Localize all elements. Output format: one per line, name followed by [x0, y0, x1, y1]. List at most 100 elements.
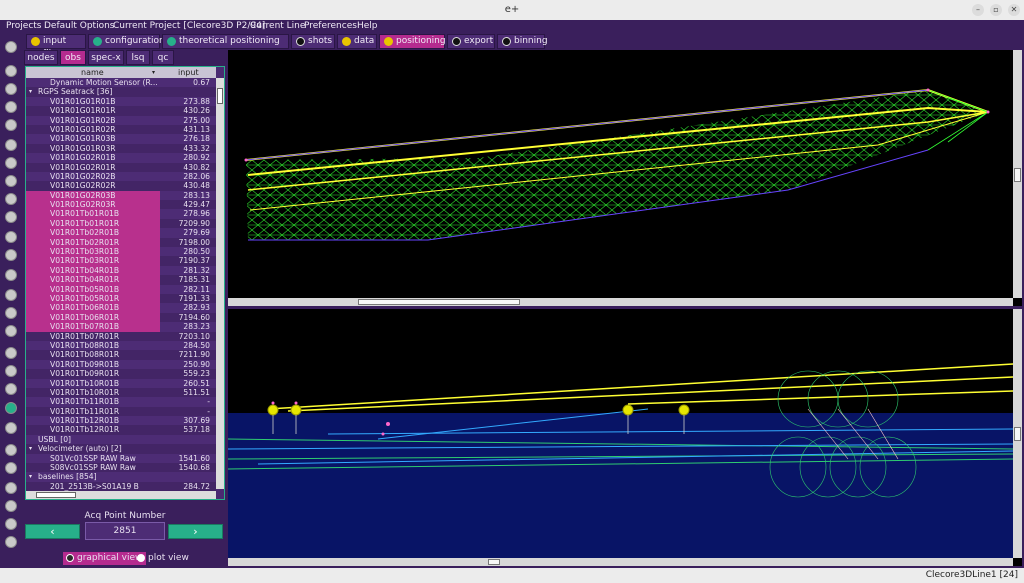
tree-row[interactable]: V01R01G02R02B 282.06	[26, 171, 216, 182]
menu-help[interactable]: Help	[357, 21, 378, 31]
expand-arrow-icon[interactable]: ▾	[29, 472, 32, 481]
tree-row[interactable]: V01R01Tb01R01R 7209.90	[26, 218, 216, 229]
tool-icon[interactable]	[5, 211, 17, 223]
tree-vertical-scrollbar[interactable]	[216, 78, 224, 489]
tree-row[interactable]: V01R01G01R01B 273.88	[26, 96, 216, 107]
tree-row[interactable]: V01R01G01R03B 276.18	[26, 134, 216, 144]
menu-default-options[interactable]: Default Options	[44, 21, 114, 31]
column-input-header[interactable]: input	[178, 68, 199, 77]
tree-row[interactable]: V01R01Tb06R01B 282.93	[26, 303, 216, 313]
tool-icon[interactable]	[5, 289, 17, 301]
tab-nodes[interactable]: nodes	[24, 50, 58, 65]
tab-lsq[interactable]: lsq	[126, 50, 150, 65]
scroll-thumb[interactable]	[358, 299, 520, 305]
menu-current-line[interactable]: Current Line	[250, 21, 305, 31]
home-icon[interactable]	[5, 41, 17, 53]
tree-row[interactable]: V01R01Tb09R01B 250.90	[26, 359, 216, 370]
scroll-thumb[interactable]	[217, 88, 223, 104]
tool-icon[interactable]	[5, 269, 17, 281]
tree-row[interactable]: V01R01Tb04R01B 281.32	[26, 265, 216, 276]
tree-row[interactable]: V01R01G02R03R 429.47	[26, 200, 216, 210]
observations-tree[interactable]: name ▾ input Dynamic Motion Sensor (R...…	[25, 66, 225, 500]
tree-row[interactable]: V01R01G01R03R 433.32	[26, 143, 216, 154]
tool-icon[interactable]	[5, 325, 17, 337]
tree-row[interactable]: V01R01G02R03B 283.13	[26, 190, 216, 201]
tree-row[interactable]: S08Vc01SSP RAW Raw 1540.68	[26, 463, 216, 473]
tree-row[interactable]: V01R01Tb10R01B 260.51	[26, 378, 216, 388]
tree-row[interactable]: V01R01Tb03R01R 7190.37	[26, 256, 216, 266]
tool-icon[interactable]	[5, 139, 17, 151]
tab-qc[interactable]: qc	[152, 50, 174, 65]
menu-current-project[interactable]: Current Project [Clecore3D P2/94]	[113, 21, 265, 31]
tree-row[interactable]: V01R01G01R01R 430.26	[26, 106, 216, 116]
tree-group[interactable]: ▾ RGPS Seatrack [36]	[26, 87, 216, 97]
tool-icon[interactable]	[5, 365, 17, 377]
tab-configuration[interactable]: configuration	[88, 34, 165, 49]
tree-row[interactable]: S01Vc01SSP RAW Raw 1541.60	[26, 453, 216, 464]
tree-row[interactable]: V01R01Tb04R01R 7185.31	[26, 275, 216, 285]
tree-row[interactable]: V01R01Tb01R01B 278.96	[26, 209, 216, 219]
menu-projects[interactable]: Projects	[6, 21, 41, 31]
tab-theoretical-positioning[interactable]: theoretical positioning	[162, 34, 289, 49]
tab-positioning[interactable]: positioning	[379, 34, 446, 49]
tool-icon[interactable]	[5, 65, 17, 77]
tool-icon[interactable]	[5, 518, 17, 530]
tool-icon[interactable]	[5, 249, 17, 261]
tab-export[interactable]: export	[447, 34, 495, 49]
tree-row[interactable]: V01R01Tb11R01B -	[26, 397, 216, 407]
tool-icon[interactable]	[5, 193, 17, 205]
acq-point-field[interactable]: 2851	[85, 522, 165, 540]
tree-horizontal-scrollbar[interactable]	[26, 491, 216, 499]
tree-group[interactable]: USBL [0]	[26, 434, 216, 445]
tool-icon[interactable]	[5, 119, 17, 131]
tree-row[interactable]: V01R01Tb12R01R 537.18	[26, 425, 216, 435]
tool-icon[interactable]	[5, 231, 17, 243]
next-point-button[interactable]: ›	[168, 524, 223, 539]
tree-row[interactable]: V01R01G02R01R 430.82	[26, 162, 216, 172]
tool-icon[interactable]	[5, 347, 17, 359]
tree-row[interactable]: V01R01Tb02R01R 7198.00	[26, 237, 216, 248]
tree-row[interactable]: V01R01Tb06R01R 7194.60	[26, 312, 216, 323]
tree-row[interactable]: V01R01Tb09R01R 559.23	[26, 369, 216, 379]
tool-icon[interactable]	[5, 157, 17, 169]
bottom-view-horizontal-scrollbar[interactable]	[228, 558, 1013, 566]
tree-row[interactable]: V01R01G01R02B 275.00	[26, 115, 216, 125]
scroll-thumb[interactable]	[488, 559, 500, 565]
plot-view-button[interactable]: plot view	[134, 552, 193, 565]
expand-arrow-icon[interactable]: ▾	[29, 87, 32, 96]
tab-data[interactable]: data	[337, 34, 377, 49]
column-name-header[interactable]: name	[81, 68, 104, 77]
bottom-3d-view[interactable]	[228, 309, 1022, 566]
tool-icon[interactable]	[5, 101, 17, 113]
tree-row[interactable]: V01R01Tb10R01R 511.51	[26, 387, 216, 398]
scroll-thumb[interactable]	[36, 492, 76, 498]
tool-icon[interactable]	[5, 444, 17, 456]
top-3d-view[interactable]	[228, 50, 1022, 306]
tree-row[interactable]: V01R01Tb03R01B 280.50	[26, 247, 216, 257]
tree-row[interactable]: V01R01Tb05R01B 282.11	[26, 284, 216, 294]
tab-binning[interactable]: binning	[497, 34, 548, 49]
tree-row[interactable]: V01R01Tb11R01R -	[26, 406, 216, 417]
tree-row[interactable]: 201_2513B->S01A19 B 284.72	[26, 481, 216, 492]
tool-icon[interactable]	[5, 482, 17, 494]
tab-input-files[interactable]: input files	[26, 34, 86, 59]
tree-row[interactable]: V01R01Tb05R01R 7191.33	[26, 293, 216, 304]
tab-obs[interactable]: obs	[60, 50, 86, 65]
tab-spec-x[interactable]: spec-x	[88, 50, 124, 65]
tree-row[interactable]: V01R01G02R01B 280.92	[26, 153, 216, 163]
bottom-view-vertical-scrollbar[interactable]	[1013, 309, 1022, 558]
tree-row[interactable]: V01R01Tb07R01R 7203.10	[26, 331, 216, 341]
tree-group[interactable]: ▾ baselines [854]	[26, 472, 216, 482]
maximize-button[interactable]: ▫	[990, 4, 1002, 16]
tree-row[interactable]: V01R01Tb12R01B 307.69	[26, 416, 216, 426]
tree-row[interactable]: V01R01Tb08R01R 7211.90	[26, 350, 216, 360]
tool-icon[interactable]	[5, 383, 17, 395]
tree-row[interactable]: V01R01Tb02R01B 279.69	[26, 228, 216, 238]
minimize-button[interactable]: –	[972, 4, 984, 16]
tree-row[interactable]: Dynamic Motion Sensor (R... 0.67	[26, 78, 216, 88]
tool-icon[interactable]	[5, 83, 17, 95]
tree-group[interactable]: ▾ Velocimeter (auto) [2]	[26, 444, 216, 454]
top-view-horizontal-scrollbar[interactable]	[228, 298, 1013, 306]
active-tool-icon[interactable]	[5, 402, 17, 414]
tool-icon[interactable]	[5, 307, 17, 319]
